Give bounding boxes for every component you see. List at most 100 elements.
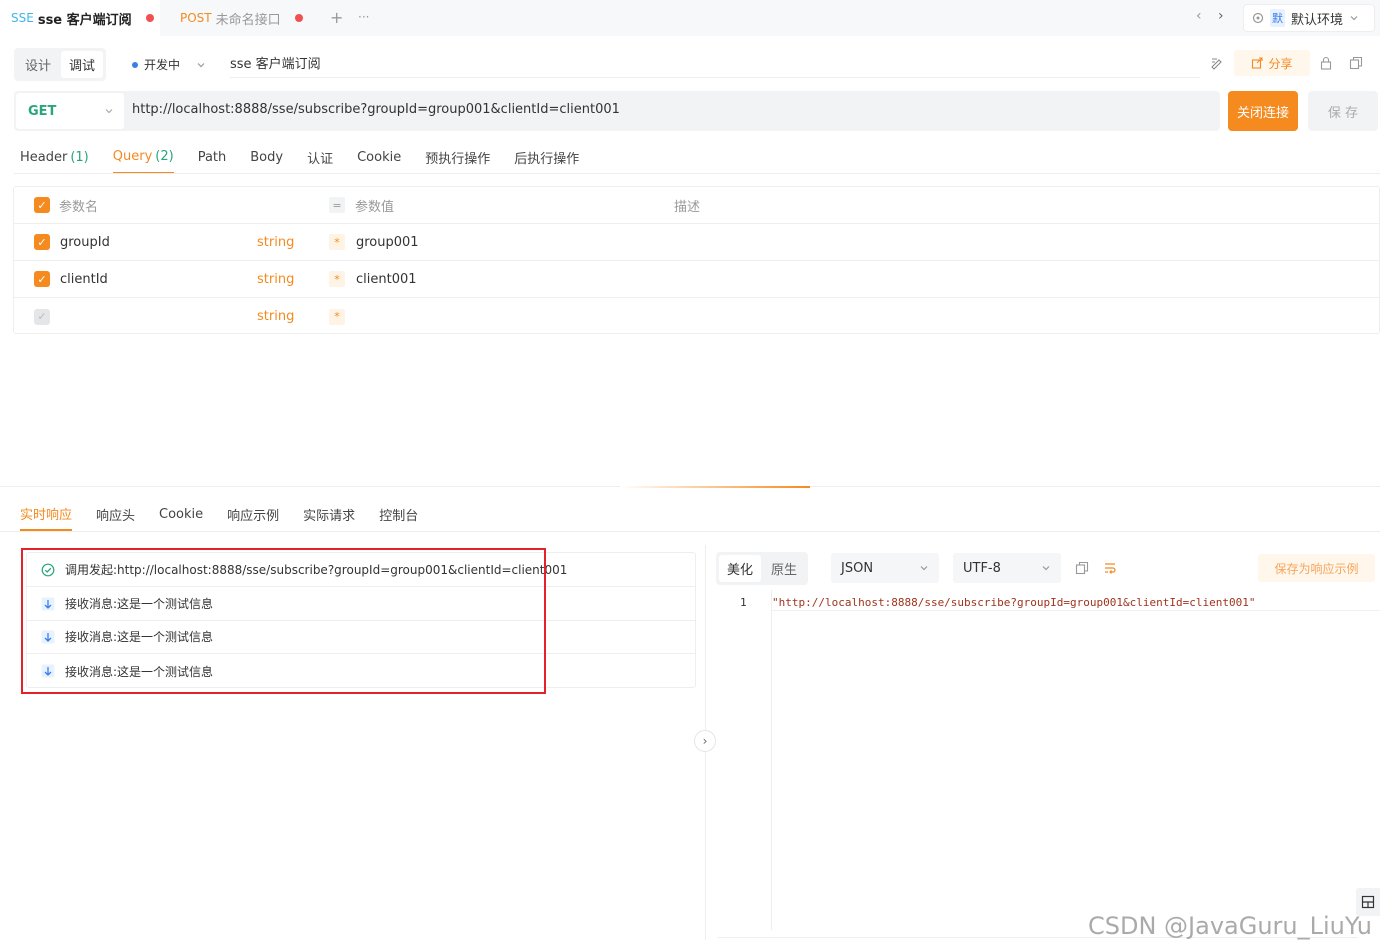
tab-pre-script[interactable]: 预执行操作 [425, 140, 490, 174]
required-icon[interactable]: * [329, 234, 345, 250]
tabs-divider [14, 173, 1380, 174]
panel-divider-accent [620, 486, 810, 488]
close-connection-button[interactable]: 关闭连接 [1228, 91, 1298, 131]
required-icon[interactable]: * [329, 271, 345, 287]
status-dot-icon [132, 61, 138, 68]
save-as-example-button[interactable]: 保存为响应示例 [1258, 554, 1375, 582]
chevron-down-icon [104, 106, 114, 116]
row-checkbox[interactable]: ✓ [34, 308, 50, 325]
tab-body[interactable]: Body [250, 140, 283, 174]
param-type[interactable]: string [257, 235, 294, 250]
tab-response-examples[interactable]: 响应示例 [227, 497, 279, 531]
param-type[interactable]: string [257, 272, 294, 287]
tab-header[interactable]: Header (1) [20, 140, 89, 174]
copy-icon[interactable] [1349, 56, 1363, 70]
chevron-down-icon [919, 563, 929, 573]
more-tabs-button[interactable]: ··· [358, 10, 369, 24]
tab-response-cookie[interactable]: Cookie [159, 497, 203, 531]
param-type[interactable]: string [257, 309, 294, 324]
share-icon [1251, 57, 1264, 69]
tab-actual-request[interactable]: 实际请求 [303, 497, 355, 531]
url-bar: GET http://localhost:8888/sse/subscribe?… [14, 91, 1220, 131]
col-desc-header: 描述 [674, 199, 701, 215]
chevron-down-icon [1349, 13, 1359, 23]
tab-label: 未命名接口 [215, 12, 281, 28]
chevron-down-icon [196, 60, 206, 70]
tabs-divider [0, 531, 1380, 532]
env-label: 默认环境 [1291, 12, 1344, 28]
response-body[interactable]: "http://localhost:8888/sse/subscribe?gro… [772, 596, 1255, 609]
chevron-down-icon [1041, 563, 1051, 573]
tab-console[interactable]: 控制台 [379, 497, 418, 531]
environment-icon [1252, 12, 1264, 24]
param-value[interactable]: client001 [356, 272, 417, 287]
table-row: ✓ groupId string * group001 [14, 224, 1379, 261]
select-all-checkbox[interactable]: ✓ [34, 197, 50, 213]
highlight-box [21, 548, 546, 694]
env-badge: 默 [1270, 9, 1285, 27]
col-value-header: 参数值 [355, 199, 395, 215]
tab-auth[interactable]: 认证 [307, 140, 333, 174]
encoding-value: UTF-8 [963, 560, 1001, 576]
row-checkbox[interactable]: ✓ [34, 271, 50, 287]
tab-path[interactable]: Path [198, 140, 227, 174]
tab-sse-subscribe[interactable]: SSE sse 客户端订阅 [0, 0, 160, 36]
tab-realtime-response[interactable]: 实时响应 [20, 497, 73, 531]
col-name-header: 参数名 [59, 199, 99, 215]
required-icon[interactable]: * [329, 308, 345, 325]
tab-type-badge: SSE [11, 11, 34, 25]
api-name-field[interactable]: sse 客户端订阅 [230, 48, 1200, 78]
row-checkbox[interactable]: ✓ [34, 234, 50, 250]
param-name[interactable]: clientId [60, 272, 108, 287]
collapse-panel-button[interactable]: › [694, 730, 716, 752]
view-mode-switch: 美化 原生 [716, 552, 809, 585]
mode-switch: 设计 调试 [14, 48, 107, 81]
environment-select[interactable]: 默 默认环境 [1243, 4, 1375, 32]
api-name-value: sse 客户端订阅 [230, 57, 321, 72]
layout-icon [1361, 895, 1375, 909]
raw-button[interactable]: 原生 [763, 555, 805, 582]
editor-gutter [771, 590, 772, 930]
equals-icon: = [329, 197, 345, 213]
tab-label: sse 客户端订阅 [37, 12, 132, 28]
unsaved-dot [294, 14, 303, 22]
line-number: 1 [740, 596, 747, 609]
status-select[interactable]: 开发中 [132, 56, 206, 73]
add-tab-button[interactable]: + [330, 8, 343, 27]
request-tabs: Header (1) Query (2) Path Body 认证 Cookie 预… [20, 140, 579, 174]
lock-icon[interactable] [1319, 56, 1333, 70]
wrap-lines-icon[interactable] [1103, 561, 1117, 575]
format-select[interactable]: JSON [831, 553, 939, 583]
edit-icon[interactable] [1210, 56, 1224, 70]
share-button[interactable]: 分享 [1234, 50, 1310, 76]
tab-post-script[interactable]: 后执行操作 [514, 140, 579, 174]
param-value[interactable]: group001 [356, 235, 419, 250]
url-input[interactable]: http://localhost:8888/sse/subscribe?grou… [132, 102, 620, 117]
tab-scroll-right[interactable]: › [1218, 8, 1224, 24]
tab-query[interactable]: Query (2) [112, 140, 174, 174]
table-header-row: ✓ 参数名 = 参数值 描述 [14, 187, 1379, 224]
tab-cookie[interactable]: Cookie [357, 140, 401, 174]
mode-design-button[interactable]: 设计 [17, 51, 59, 78]
pretty-button[interactable]: 美化 [719, 555, 762, 582]
watermark: CSDN @JavaGuru_LiuYu [1088, 912, 1373, 940]
mode-debug-button[interactable]: 调试 [61, 51, 104, 78]
table-row-new: ✓ string * [14, 298, 1379, 335]
encoding-select[interactable]: UTF-8 [953, 553, 1061, 583]
query-params-table: ✓ 参数名 = 参数值 描述 ✓ groupId string * group0… [13, 186, 1380, 334]
tab-type-badge: POST [180, 11, 212, 25]
response-tabs: 实时响应 响应头 Cookie 响应示例 实际请求 控制台 [20, 497, 418, 531]
method-label: GET [28, 103, 57, 119]
line-highlight [772, 610, 1380, 611]
format-value: JSON [841, 560, 874, 576]
tab-response-headers[interactable]: 响应头 [96, 497, 135, 531]
param-name[interactable]: groupId [60, 235, 110, 250]
tab-scroll-left[interactable]: ‹ [1196, 8, 1202, 24]
status-label: 开发中 [144, 58, 181, 72]
method-select[interactable]: GET [16, 93, 124, 129]
tab-untitled[interactable]: POST 未命名接口 [170, 0, 320, 36]
unsaved-dot [145, 14, 154, 22]
share-label: 分享 [1268, 56, 1293, 71]
copy-icon[interactable] [1075, 561, 1089, 575]
save-button[interactable]: 保 存 [1308, 91, 1378, 131]
